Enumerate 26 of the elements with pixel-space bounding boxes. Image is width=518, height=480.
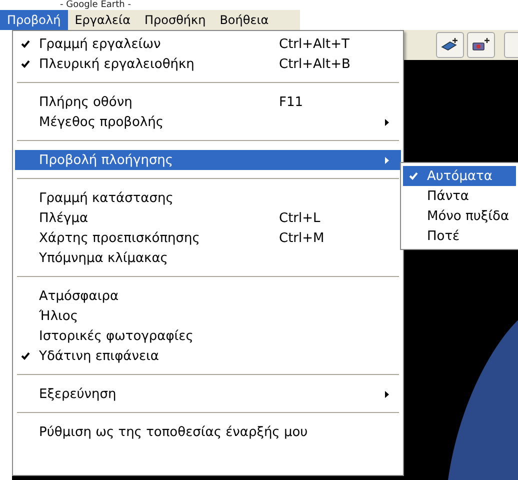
camera-add-icon[interactable] <box>467 32 495 58</box>
menu-bar-item[interactable]: Εργαλεία <box>68 10 138 30</box>
menu-item[interactable]: Ήλιος <box>15 306 401 326</box>
menu-bar-item[interactable]: Προβολή <box>0 10 68 30</box>
menu-item[interactable]: Μέγεθος προβολής <box>15 112 401 132</box>
menu-item[interactable]: Πλήρης οθόνη F11 <box>15 92 401 112</box>
menu-item[interactable]: Γραμμή εργαλείων Ctrl+Alt+T <box>15 34 401 54</box>
menu-item[interactable]: Υδάτινη επιφάνεια <box>15 346 401 366</box>
menu-item[interactable]: Μόνο πυξίδα <box>403 206 516 226</box>
window-title: - Google Earth - <box>60 0 131 10</box>
menu-bar-item[interactable]: Βοήθεια <box>212 10 276 30</box>
menu-item[interactable]: Πλέγμα Ctrl+L <box>15 208 401 228</box>
menu-item[interactable]: Ποτέ <box>403 226 516 246</box>
menu-item[interactable]: Ρύθμιση ως της τοποθεσίας έναρξής μου <box>15 422 401 442</box>
menu-item[interactable]: Χάρτης προεπισκόπησης Ctrl+M <box>15 228 401 248</box>
menu-bar-item[interactable]: Προσθήκη <box>137 10 213 30</box>
menu-item[interactable]: Πάντα <box>403 186 516 206</box>
menu-item[interactable]: Υπόμνημα κλίμακας <box>15 248 401 268</box>
menu-item[interactable]: Προβολή πλοήγησης <box>15 150 401 170</box>
menu-item[interactable]: Εξερεύνηση <box>15 384 401 404</box>
menu-item[interactable]: Ατμόσφαιρα <box>15 286 401 306</box>
polygon-add-icon[interactable] <box>436 32 464 58</box>
menu-item[interactable]: Γραμμή κατάστασης <box>15 188 401 208</box>
menu-item[interactable]: Αυτόματα <box>403 166 516 186</box>
menu-item[interactable]: Πλευρική εργαλειοθήκη Ctrl+Alt+B <box>15 54 401 74</box>
menu-item[interactable]: Ιστορικές φωτογραφίες <box>15 326 401 346</box>
